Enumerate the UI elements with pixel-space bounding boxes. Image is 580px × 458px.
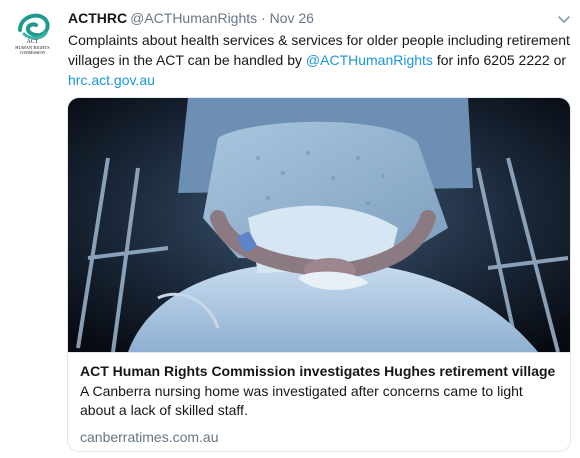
card-title[interactable]: ACT Human Rights Commission investigates… bbox=[80, 362, 558, 380]
link-card[interactable]: ACT Human Rights Commission investigates… bbox=[67, 97, 571, 452]
svg-text:COMMISSION: COMMISSION bbox=[20, 50, 46, 55]
card-body[interactable]: ACT Human Rights Commission investigates… bbox=[68, 352, 570, 451]
chevron-down-icon[interactable] bbox=[557, 12, 571, 23]
tweet[interactable]: ACT HUMAN RIGHTS COMMISSION ACTHRC @ACTHu… bbox=[0, 0, 580, 458]
card-domain: canberratimes.com.au bbox=[80, 429, 219, 445]
acthrc-logo-icon: ACT HUMAN RIGHTS COMMISSION bbox=[8, 8, 57, 57]
card-description: A Canberra nursing home was investigated… bbox=[80, 383, 523, 418]
avatar[interactable]: ACT HUMAN RIGHTS COMMISSION bbox=[8, 8, 57, 57]
url-link[interactable]: hrc.act.gov.au bbox=[68, 72, 155, 88]
tweet-text-line1: Complaints about health services & servi… bbox=[68, 32, 570, 48]
card-image[interactable] bbox=[68, 98, 570, 352]
mention-link[interactable]: @ACTHumanRights bbox=[306, 52, 433, 68]
user-handle[interactable]: @ACTHumanRights bbox=[130, 10, 257, 26]
tweet-header: ACTHRC @ACTHumanRights · Nov 26 bbox=[68, 9, 548, 27]
tweet-text-line2-pre: villages in the ACT can be handled by bbox=[68, 52, 306, 68]
tweet-date[interactable]: Nov 26 bbox=[270, 10, 314, 26]
tweet-text: Complaints about health services & servi… bbox=[68, 30, 573, 90]
tweet-text-line2-post: for info 6205 2222 or bbox=[432, 52, 567, 68]
display-name[interactable]: ACTHRC bbox=[68, 10, 127, 26]
separator: · bbox=[261, 10, 266, 26]
hospital-bed-photo bbox=[68, 98, 570, 352]
